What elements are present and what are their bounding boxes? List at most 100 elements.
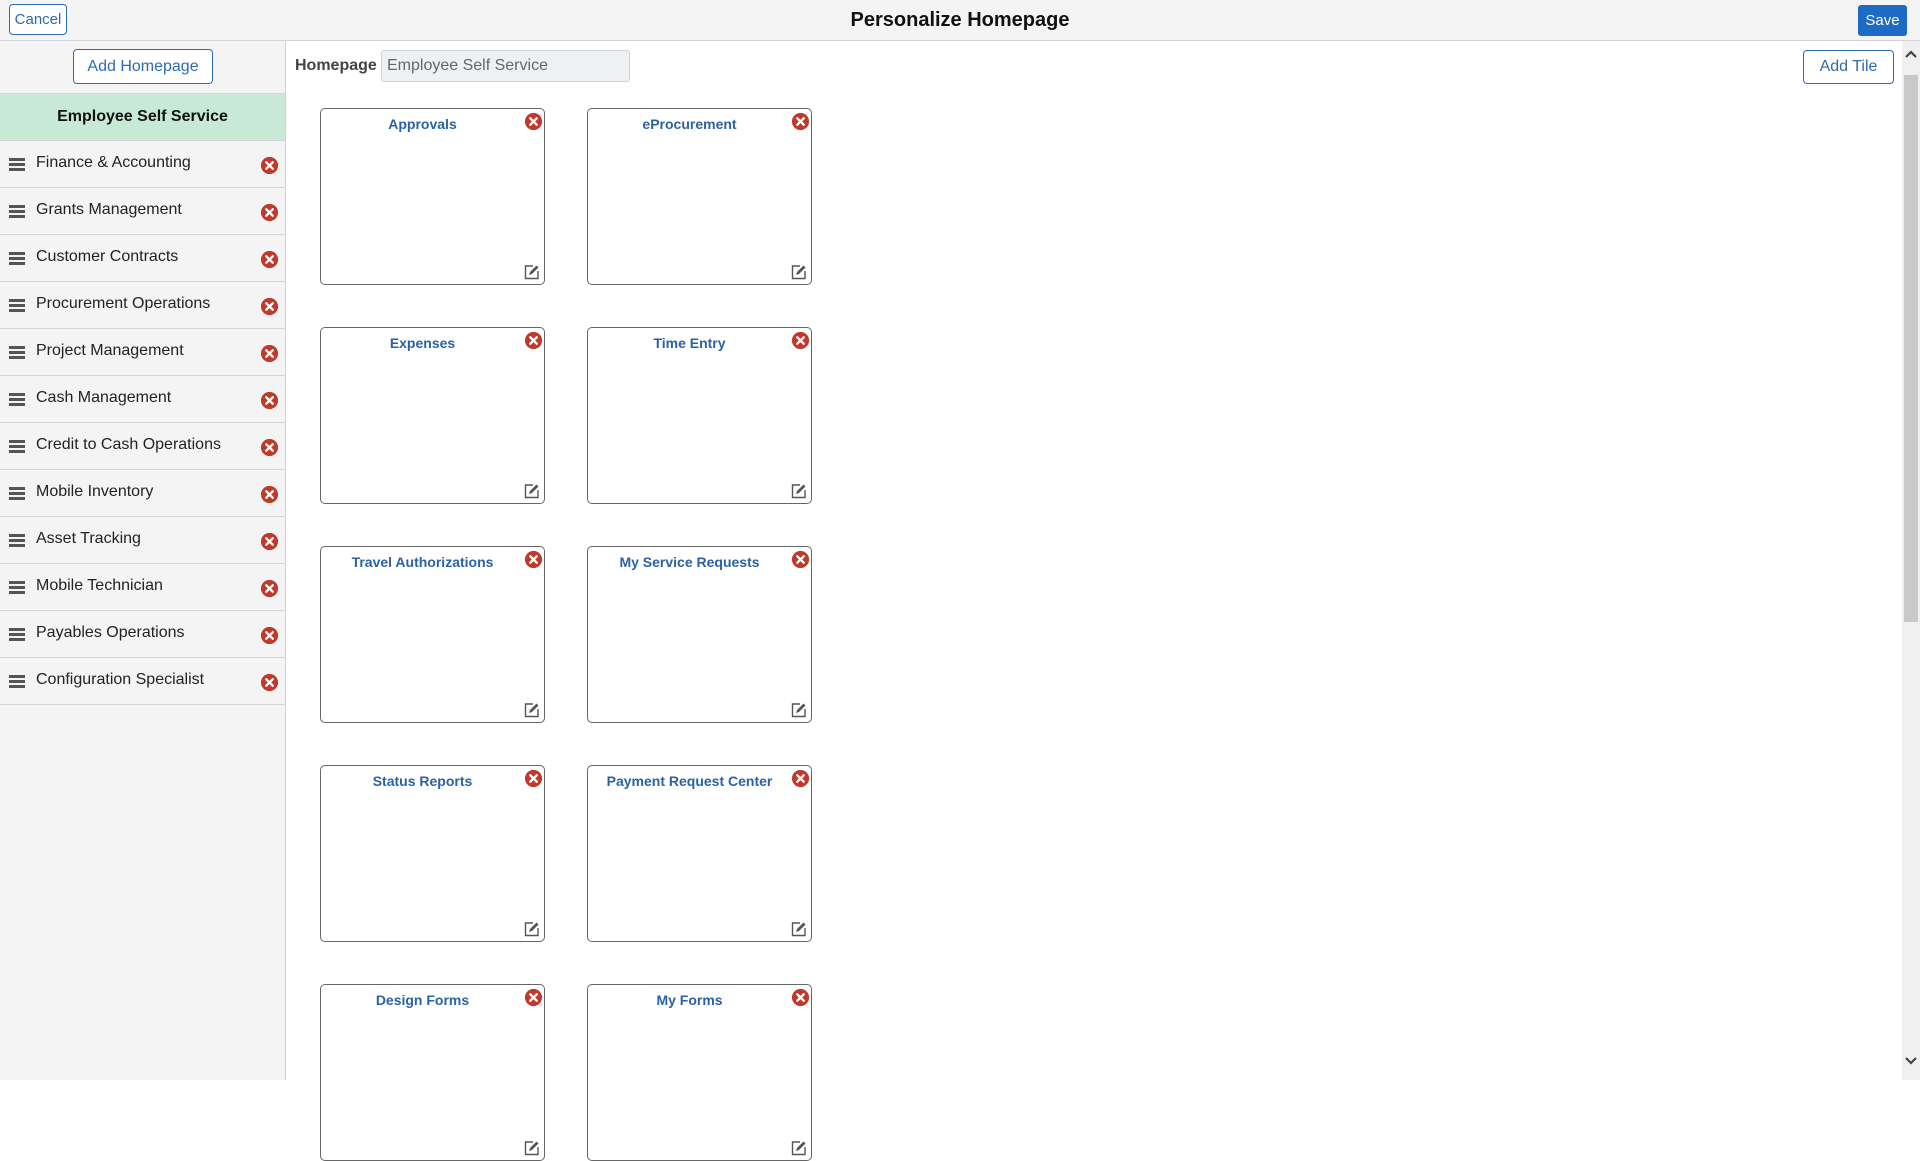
homepage-item-label: Grants Management (36, 201, 182, 218)
tile-title: Payment Request Center (606, 773, 773, 789)
tile-title: Status Reports (372, 773, 473, 789)
tile-title: Approvals (388, 116, 457, 132)
remove-tile-icon[interactable] (792, 551, 809, 568)
remove-homepage-icon[interactable] (261, 345, 278, 362)
edit-icon[interactable] (524, 1140, 540, 1156)
header-bar: Cancel Personalize Homepage Save (0, 0, 1920, 41)
vertical-scrollbar[interactable] (1902, 41, 1920, 1080)
homepage-item-label: Finance & Accounting (36, 154, 191, 171)
remove-tile-icon[interactable] (792, 113, 809, 130)
homepage-item[interactable]: Mobile Inventory (0, 470, 285, 517)
homepage-tile[interactable]: Status Reports (320, 765, 545, 942)
homepage-item-label: Mobile Inventory (36, 483, 154, 500)
homepage-tile[interactable]: eProcurement (587, 108, 812, 285)
homepage-field-label: Homepage (295, 57, 377, 74)
homepage-item-selected[interactable]: Employee Self Service (0, 94, 285, 141)
save-button[interactable]: Save (1858, 5, 1907, 36)
scrollbar-thumb[interactable] (1904, 75, 1918, 622)
homepage-tile[interactable]: Expenses (320, 327, 545, 504)
drag-handle-icon[interactable] (9, 675, 25, 688)
chevron-up-icon[interactable] (1905, 49, 1917, 59)
remove-homepage-icon[interactable] (261, 204, 278, 221)
homepage-item[interactable]: Procurement Operations (0, 282, 285, 329)
remove-tile-icon[interactable] (525, 332, 542, 349)
homepage-item[interactable]: Customer Contracts (0, 235, 285, 282)
homepage-item-label: Project Management (36, 342, 184, 359)
homepage-item[interactable]: Configuration Specialist (0, 658, 285, 705)
remove-homepage-icon[interactable] (261, 251, 278, 268)
remove-homepage-icon[interactable] (261, 392, 278, 409)
remove-homepage-icon[interactable] (261, 486, 278, 503)
homepage-item-label: Mobile Technician (36, 577, 163, 594)
homepage-item[interactable]: Grants Management (0, 188, 285, 235)
remove-tile-icon[interactable] (525, 551, 542, 568)
homepage-tile[interactable]: Design Forms (320, 984, 545, 1161)
add-homepage-area: Add Homepage (0, 41, 285, 94)
remove-homepage-icon[interactable] (261, 298, 278, 315)
homepage-list: Finance & Accounting Grants Management Cus… (0, 141, 285, 705)
add-homepage-button[interactable]: Add Homepage (73, 49, 213, 84)
cancel-button[interactable]: Cancel (9, 4, 67, 35)
homepage-item[interactable]: Cash Management (0, 376, 285, 423)
remove-homepage-icon[interactable] (261, 674, 278, 691)
drag-handle-icon[interactable] (9, 487, 25, 500)
edit-icon[interactable] (524, 264, 540, 280)
homepage-tile[interactable]: Payment Request Center (587, 765, 812, 942)
tile-title: Time Entry (653, 335, 726, 351)
homepage-item[interactable]: Credit to Cash Operations (0, 423, 285, 470)
homepage-item-label: Procurement Operations (36, 295, 211, 312)
page-title: Personalize Homepage (850, 9, 1070, 31)
tile-area: Homepage Add Tile Approvals eProcurement E… (287, 41, 1902, 1161)
homepage-item[interactable]: Mobile Technician (0, 564, 285, 611)
drag-handle-icon[interactable] (9, 205, 25, 218)
homepage-item-label: Credit to Cash Operations (36, 436, 221, 453)
remove-homepage-icon[interactable] (261, 439, 278, 456)
tile-title: My Forms (656, 992, 723, 1008)
remove-tile-icon[interactable] (525, 113, 542, 130)
remove-homepage-icon[interactable] (261, 627, 278, 644)
add-tile-button[interactable]: Add Tile (1803, 50, 1894, 84)
tile-title: My Service Requests (619, 554, 760, 570)
drag-handle-icon[interactable] (9, 158, 25, 171)
remove-homepage-icon[interactable] (261, 157, 278, 174)
homepage-item[interactable]: Project Management (0, 329, 285, 376)
homepage-item[interactable]: Finance & Accounting (0, 141, 285, 188)
edit-icon[interactable] (791, 921, 807, 937)
edit-icon[interactable] (524, 483, 540, 499)
edit-icon[interactable] (791, 264, 807, 280)
homepage-item-label: Cash Management (36, 389, 172, 406)
remove-tile-icon[interactable] (792, 989, 809, 1006)
edit-icon[interactable] (791, 1140, 807, 1156)
drag-handle-icon[interactable] (9, 581, 25, 594)
homepage-tile[interactable]: My Service Requests (587, 546, 812, 723)
drag-handle-icon[interactable] (9, 346, 25, 359)
remove-tile-icon[interactable] (792, 770, 809, 787)
homepage-item-label: Customer Contracts (36, 248, 179, 265)
drag-handle-icon[interactable] (9, 393, 25, 406)
homepage-tile[interactable]: Time Entry (587, 327, 812, 504)
homepage-tile[interactable]: My Forms (587, 984, 812, 1161)
drag-handle-icon[interactable] (9, 628, 25, 641)
drag-handle-icon[interactable] (9, 534, 25, 547)
remove-tile-icon[interactable] (792, 332, 809, 349)
homepage-item[interactable]: Asset Tracking (0, 517, 285, 564)
edit-icon[interactable] (791, 483, 807, 499)
chevron-down-icon[interactable] (1905, 1056, 1917, 1066)
drag-handle-icon[interactable] (9, 252, 25, 265)
remove-tile-icon[interactable] (525, 770, 542, 787)
homepage-item[interactable]: Payables Operations (0, 611, 285, 658)
edit-icon[interactable] (524, 921, 540, 937)
tile-title: eProcurement (642, 116, 737, 132)
homepage-tile[interactable]: Travel Authorizations (320, 546, 545, 723)
homepage-sidebar: Add Homepage Employee Self Service Finan… (0, 41, 286, 1080)
remove-tile-icon[interactable] (525, 989, 542, 1006)
remove-homepage-icon[interactable] (261, 580, 278, 597)
drag-handle-icon[interactable] (9, 440, 25, 453)
homepage-name-input[interactable] (381, 50, 630, 82)
remove-homepage-icon[interactable] (261, 533, 278, 550)
drag-handle-icon[interactable] (9, 299, 25, 312)
homepage-tile[interactable]: Approvals (320, 108, 545, 285)
edit-icon[interactable] (791, 702, 807, 718)
tile-title: Travel Authorizations (351, 554, 494, 570)
edit-icon[interactable] (524, 702, 540, 718)
